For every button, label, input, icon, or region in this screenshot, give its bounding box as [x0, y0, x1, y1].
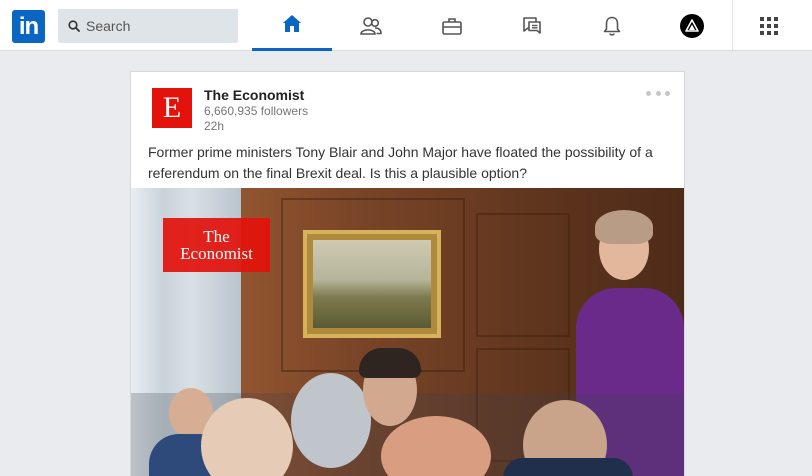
landscape-painting	[313, 240, 431, 328]
dot-icon	[646, 90, 651, 96]
linkedin-logo[interactable]: in	[12, 10, 45, 43]
seated-person-hair	[359, 348, 421, 378]
feed-post-card: E The Economist 6,660,935 followers 22h …	[131, 72, 684, 476]
brand-line-2: Economist	[180, 244, 253, 263]
nav-jobs[interactable]	[412, 0, 492, 51]
post-text: Former prime ministers Tony Blair and Jo…	[148, 144, 653, 181]
avatar-icon	[680, 13, 704, 38]
author-name[interactable]: The Economist	[204, 87, 304, 103]
brand-line-1: The	[203, 227, 230, 246]
briefcase-icon	[442, 17, 462, 35]
post-timestamp: 22h	[204, 119, 225, 133]
person-standing-hair	[595, 210, 653, 244]
bell-icon	[603, 16, 621, 36]
search-icon	[68, 20, 80, 32]
chat-icon	[523, 16, 541, 34]
seated-person-body	[503, 458, 633, 476]
dot-icon	[655, 90, 661, 96]
nav-messaging[interactable]	[492, 0, 572, 51]
people-icon	[360, 16, 382, 35]
top-nav-bar: in	[0, 0, 812, 51]
nav-work[interactable]	[729, 0, 809, 51]
follower-count: 6,660,935 followers	[204, 104, 309, 118]
search-input[interactable]	[86, 18, 226, 34]
more-options-button[interactable]	[646, 86, 670, 100]
search-box[interactable]	[58, 9, 238, 43]
wall-panel	[476, 213, 570, 337]
author-logo[interactable]: E	[152, 88, 192, 128]
seated-person-head	[291, 373, 371, 468]
nav-me[interactable]	[652, 0, 732, 51]
grid-icon	[760, 16, 778, 35]
image-brand-overlay: The Economist	[163, 218, 270, 272]
post-image[interactable]: The Economist	[131, 188, 684, 476]
nav-my-network[interactable]	[331, 0, 411, 51]
dot-icon	[665, 90, 670, 96]
nav-notifications[interactable]	[572, 0, 652, 51]
home-icon	[283, 15, 301, 32]
nav-home[interactable]	[252, 0, 332, 51]
painting-frame	[303, 230, 441, 338]
